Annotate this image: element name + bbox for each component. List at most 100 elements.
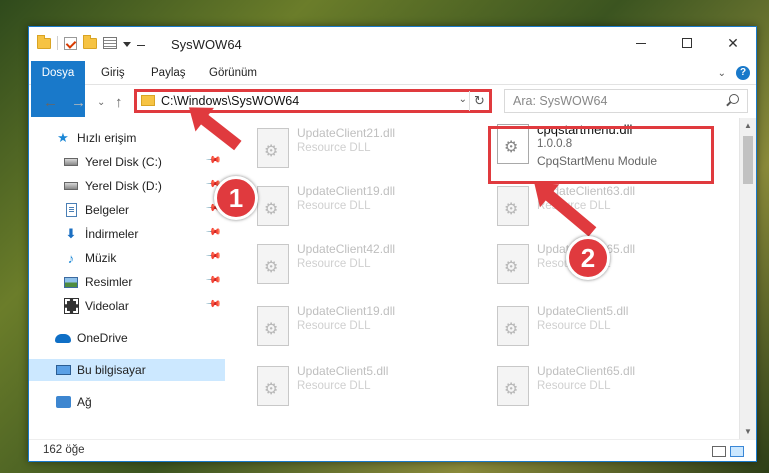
customize-dropdown-icon[interactable] — [123, 41, 131, 47]
file-item[interactable]: UpdateClient19.dll Resource DLL — [247, 178, 477, 234]
tab-share[interactable]: Paylaş — [141, 61, 196, 85]
sidebar-item-label: Bu bilgisayar — [77, 363, 146, 377]
drive-icon — [63, 178, 79, 194]
file-description: Resource DLL — [537, 320, 611, 332]
tab-view[interactable]: Görünüm — [199, 61, 267, 85]
vertical-scrollbar[interactable]: ▲ ▼ — [739, 118, 756, 439]
scroll-down-icon[interactable]: ▼ — [744, 427, 752, 436]
pin-icon: 📌 — [204, 248, 222, 265]
status-bar: 162 öğe — [29, 439, 756, 463]
file-name: UpdateClient21.dll — [297, 126, 396, 140]
pictures-icon — [63, 274, 79, 290]
star-icon: ★ — [57, 130, 69, 145]
computer-icon — [55, 362, 71, 378]
dll-file-icon — [497, 244, 529, 284]
dll-file-icon — [257, 306, 289, 346]
file-description: Resource DLL — [297, 258, 371, 270]
forward-arrow-icon[interactable]: → — [71, 94, 86, 111]
scroll-up-icon[interactable]: ▲ — [744, 121, 752, 130]
file-item[interactable]: UpdateClient42.dll Resource DLL — [247, 236, 477, 292]
file-item[interactable]: UpdateClient5.dll Resource DLL — [247, 358, 477, 414]
rename-icon[interactable] — [103, 37, 117, 49]
help-icon[interactable]: ? — [736, 66, 750, 80]
file-name: UpdateClient5.dll — [297, 364, 389, 378]
file-description: Resource DLL — [537, 380, 611, 392]
window-controls: ✕ — [618, 27, 756, 59]
file-item[interactable]: UpdateClient21.dll Resource DLL — [247, 120, 477, 176]
callout-badge-1: 1 — [214, 176, 258, 220]
search-input[interactable]: Ara: SysWOW64 — [513, 94, 607, 108]
file-item[interactable]: UpdateClient63.dll Resource DLL — [487, 178, 717, 234]
pin-icon: 📌 — [204, 152, 222, 169]
item-count: 162 öğe — [43, 444, 85, 456]
sidebar-item-this-pc[interactable]: Bu bilgisayar — [29, 359, 225, 381]
properties-check-icon[interactable] — [64, 36, 77, 50]
download-icon: ⬇ — [65, 226, 77, 241]
sidebar-item-music[interactable]: ♪ Müzik 📌 — [29, 247, 225, 269]
file-description: Resource DLL — [297, 200, 371, 212]
sidebar-item-disk-d[interactable]: Yerel Disk (D:) 📌 — [29, 175, 225, 197]
sidebar-item-videos[interactable]: Videolar 📌 — [29, 295, 225, 317]
expand-ribbon-icon[interactable]: ⌄ — [718, 68, 726, 79]
callout-badge-2: 2 — [566, 236, 610, 280]
large-icons-view-icon[interactable] — [730, 446, 744, 457]
close-icon: ✕ — [727, 34, 739, 51]
address-path[interactable]: C:\Windows\SysWOW64 — [161, 94, 299, 108]
sidebar-item-label: OneDrive — [77, 331, 128, 345]
file-description: Resource DLL — [297, 320, 371, 332]
file-item[interactable]: UpdateClient65.dll Resource DLL — [487, 358, 717, 414]
file-name: UpdateClient65.dll — [537, 364, 636, 378]
toolbar-menu-icon[interactable] — [137, 44, 145, 46]
maximize-button[interactable] — [664, 27, 710, 59]
sidebar-item-label: Resimler — [85, 275, 133, 289]
network-icon — [55, 394, 71, 410]
sidebar-item-pictures[interactable]: Resimler 📌 — [29, 271, 225, 293]
dll-file-icon — [257, 366, 289, 406]
title-bar: SysWOW64 ✕ — [29, 27, 756, 61]
file-item[interactable]: UpdateClient5.dll Resource DLL — [487, 298, 717, 354]
folder-icon — [141, 95, 155, 106]
tab-home[interactable]: Giriş — [91, 61, 135, 85]
dll-file-icon — [257, 128, 289, 168]
new-folder-icon[interactable] — [83, 34, 97, 49]
up-arrow-icon[interactable]: ↑ — [115, 94, 123, 111]
dll-file-icon — [257, 186, 289, 226]
sidebar-item-label: Ağ — [77, 395, 92, 409]
highlight-box-file — [488, 126, 714, 184]
file-name: UpdateClient42.dll — [297, 242, 396, 256]
sidebar-item-label: Yerel Disk (C:) — [85, 155, 162, 169]
music-icon: ♪ — [67, 250, 75, 266]
refresh-icon[interactable]: ↻ — [469, 91, 489, 111]
sidebar-item-network[interactable]: Ağ — [29, 391, 225, 413]
file-description: Resource DLL — [297, 142, 371, 154]
dll-file-icon — [497, 366, 529, 406]
sidebar-item-label: Videolar — [85, 299, 129, 313]
pin-icon: 📌 — [204, 296, 222, 313]
search-box[interactable]: Ara: SysWOW64 — [504, 89, 748, 113]
sidebar-item-onedrive[interactable]: OneDrive — [29, 327, 225, 349]
videos-icon — [63, 298, 79, 314]
file-item[interactable]: UpdateClient19.dll Resource DLL — [247, 298, 477, 354]
maximize-icon — [682, 38, 692, 48]
minimize-button[interactable] — [618, 27, 664, 59]
sidebar-item-label: Belgeler — [85, 203, 130, 217]
sidebar-item-label: Müzik — [85, 251, 117, 265]
sidebar-item-documents[interactable]: Belgeler 📌 — [29, 199, 225, 221]
file-name: UpdateClient19.dll — [297, 304, 396, 318]
view-switcher — [712, 446, 744, 457]
close-button[interactable]: ✕ — [710, 27, 756, 59]
chevron-down-icon[interactable]: ⌄ — [459, 94, 467, 105]
ribbon: Dosya Giriş Paylaş Görünüm ⌄ ? — [29, 61, 756, 117]
back-arrow-icon[interactable]: ← — [43, 94, 58, 111]
sidebar-item-disk-c[interactable]: Yerel Disk (C:) 📌 — [29, 151, 225, 173]
navigation-bar: ← → ⌄ ↑ C:\Windows\SysWOW64 ⌄ ↻ Ara: Sys… — [29, 86, 756, 118]
quick-access-toolbar — [37, 34, 145, 50]
sidebar-item-downloads[interactable]: ⬇ İndirmeler 📌 — [29, 223, 225, 245]
details-view-icon[interactable] — [712, 446, 726, 457]
search-icon[interactable] — [729, 94, 739, 104]
sidebar-item-label: Hızlı erişim — [77, 131, 137, 145]
explorer-window: SysWOW64 ✕ Dosya Giriş Paylaş Görünüm ⌄ … — [28, 26, 757, 462]
recent-locations-icon[interactable]: ⌄ — [97, 97, 105, 108]
scroll-thumb[interactable] — [743, 136, 753, 184]
file-name: UpdateClient5.dll — [537, 304, 629, 318]
